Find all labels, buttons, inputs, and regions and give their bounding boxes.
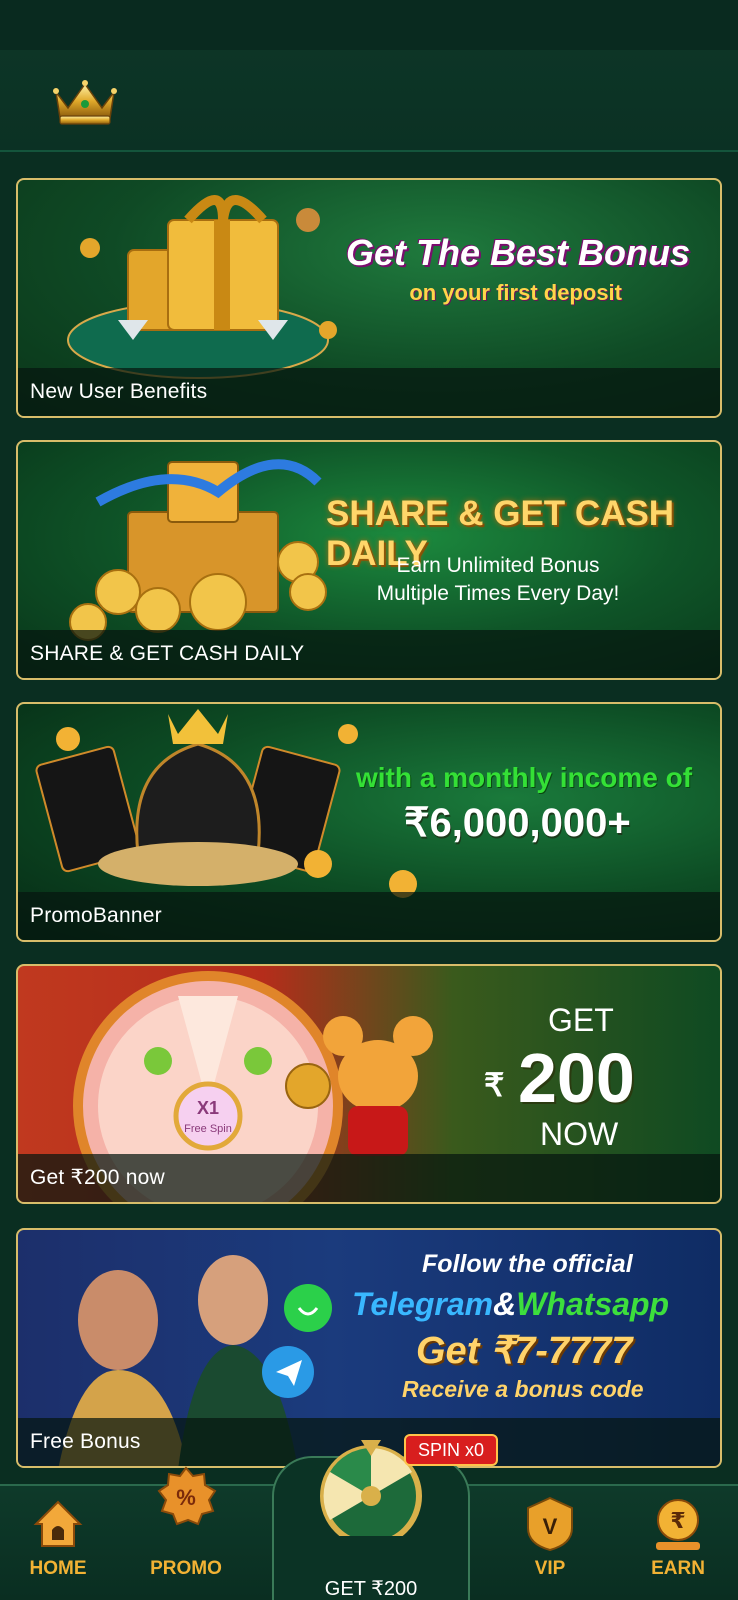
banner-free-bonus[interactable]: Follow the official Telegram&Whatsapp Ge…: [16, 1228, 722, 1468]
spin-count-badge[interactable]: SPIN x0: [404, 1434, 498, 1466]
wheel-center-x1: X1: [197, 1098, 219, 1118]
banner-line-amount: Get ₹7-7777: [416, 1330, 633, 1372]
banner-line-follow: Follow the official: [422, 1250, 633, 1278]
banner-subline: Earn Unlimited Bonus Multiple Times Ever…: [363, 552, 633, 608]
nav-get-200[interactable]: GET ₹200: [272, 1440, 470, 1600]
banner-caption: Get ₹200 now: [30, 1166, 165, 1189]
bottom-nav: HOME % PROMO GET ₹200 V VIP ₹ EARN: [0, 1440, 738, 1600]
home-icon: [33, 1500, 83, 1547]
banner-headline: Get The Best Bonus: [345, 232, 690, 273]
nav-earn[interactable]: ₹ EARN: [628, 1486, 728, 1600]
banner-rupee-symbol: ₹: [484, 1067, 505, 1103]
nav-vip-label: VIP: [534, 1558, 566, 1579]
banner-line-bonus-code: Receive a bonus code: [402, 1376, 644, 1402]
svg-text:%: %: [176, 1485, 196, 1510]
banner-subline-2: Multiple Times Every Day!: [376, 582, 620, 605]
nav-get-200-label: GET ₹200: [324, 1578, 418, 1600]
nav-promo[interactable]: % PROMO: [136, 1466, 236, 1600]
banner-get-200[interactable]: X1 Free Spin GET ₹ 200 NOW Get ₹200 now: [16, 964, 722, 1204]
banner-new-user-benefits[interactable]: Get The Best Bonus on your first deposit…: [16, 178, 722, 418]
wheel-center-free-spin: Free Spin: [184, 1123, 232, 1135]
svg-text:V: V: [543, 1514, 558, 1539]
banner-caption: PromoBanner: [30, 904, 162, 927]
app-header: [0, 50, 738, 152]
vip-shield-icon: V: [527, 1496, 573, 1552]
banner-caption: SHARE & GET CASH DAILY: [30, 642, 305, 665]
banner-caption: Free Bonus: [30, 1430, 141, 1453]
whatsapp-label: Whatsapp: [516, 1286, 670, 1322]
nav-vip[interactable]: V VIP: [500, 1486, 600, 1600]
rupee-coin-icon: ₹: [656, 1499, 700, 1550]
nav-promo-label: PROMO: [150, 1558, 222, 1579]
banner-now-label: NOW: [540, 1116, 619, 1152]
status-bar: [0, 0, 738, 50]
banner-line-channels: Telegram&Whatsapp: [352, 1286, 669, 1323]
banner-caption: New User Benefits: [30, 380, 208, 403]
banner-subline: on your first deposit: [409, 280, 622, 305]
banner-get-label: GET: [548, 1002, 614, 1038]
promo-percent-icon: %: [157, 1466, 217, 1526]
banner-line-1: with a monthly income of: [356, 762, 693, 793]
nav-earn-label: EARN: [651, 1558, 705, 1579]
nav-home[interactable]: HOME: [8, 1486, 108, 1600]
nav-home-label: HOME: [29, 1558, 87, 1579]
banner-line-2: ₹6,000,000+: [404, 801, 631, 845]
banner-subline-1: Earn Unlimited Bonus: [396, 554, 600, 577]
telegram-label: Telegram: [352, 1286, 494, 1322]
banner-share-get-cash[interactable]: SHARE & GET CASH DAILY Earn Unlimited Bo…: [16, 440, 722, 680]
ampersand: &: [493, 1286, 517, 1322]
svg-text:₹: ₹: [670, 1509, 685, 1534]
banner-promo[interactable]: with a monthly income of ₹6,000,000+ Pro…: [16, 702, 722, 942]
banner-amount: 200: [518, 1039, 635, 1117]
crown-logo-icon[interactable]: [52, 78, 118, 126]
